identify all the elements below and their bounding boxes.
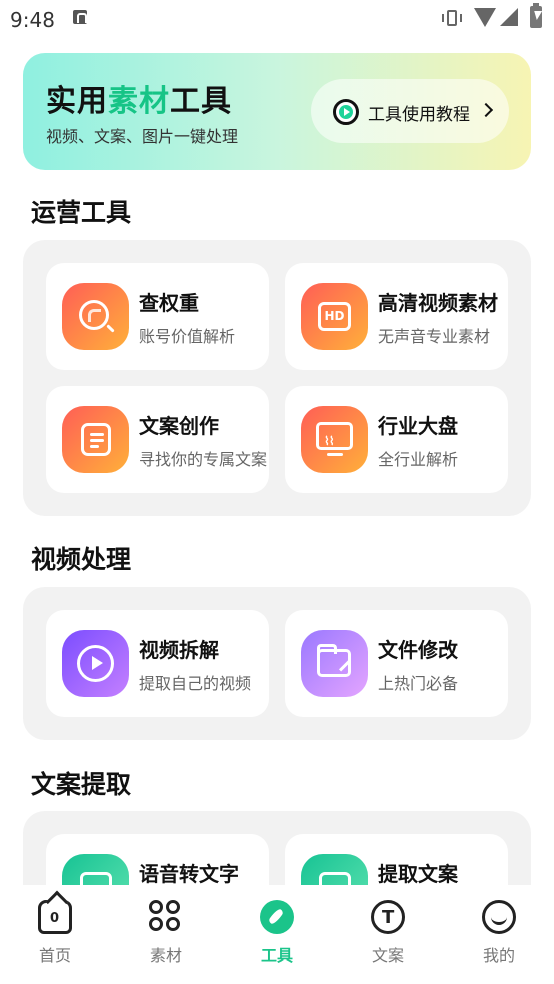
nav-label: 文案 bbox=[371, 946, 404, 965]
compass-icon bbox=[260, 900, 294, 934]
tool-card-hd-video[interactable]: HD 高清视频素材 无声音专业素材 bbox=[285, 263, 508, 370]
search-icon bbox=[62, 283, 129, 350]
nav-item-tools[interactable]: 工具 bbox=[222, 885, 332, 984]
section-title-operations: 运营工具 bbox=[31, 198, 132, 227]
tool-card-industry[interactable]: ⌇⌇ 行业大盘 全行业解析 bbox=[285, 386, 508, 493]
video-panel: 视频拆解 提取自己的视频 文件修改 上热门必备 bbox=[23, 587, 531, 740]
video-play-icon bbox=[333, 99, 359, 125]
tool-card-name: 语音转文字 bbox=[139, 862, 239, 886]
tool-card-file-edit[interactable]: 文件修改 上热门必备 bbox=[285, 610, 508, 717]
document-icon bbox=[62, 406, 129, 473]
folder-edit-icon bbox=[301, 630, 368, 697]
section-title-video: 视频处理 bbox=[31, 545, 132, 574]
tool-card-name: 查权重 bbox=[139, 291, 199, 315]
banner-title: 实用素材工具 bbox=[46, 76, 232, 120]
text-circle-icon: T bbox=[371, 900, 405, 934]
vibrate-icon bbox=[440, 9, 464, 27]
tool-card-name: 高清视频素材 bbox=[378, 291, 498, 315]
tool-card-desc: 提取自己的视频 bbox=[139, 674, 252, 693]
play-icon bbox=[62, 630, 129, 697]
smile-icon bbox=[482, 900, 516, 934]
tool-card-video-breakdown[interactable]: 视频拆解 提取自己的视频 bbox=[46, 610, 269, 717]
tool-card-name: 文件修改 bbox=[378, 638, 458, 662]
tutorial-button-label: 工具使用教程 bbox=[368, 105, 470, 125]
hero-banner: 实用素材工具 视频、文案、图片一键处理 工具使用教程 bbox=[23, 53, 531, 170]
nav-label: 工具 bbox=[260, 946, 293, 965]
grid-icon bbox=[149, 900, 183, 934]
text-icon-glyph: T bbox=[382, 907, 395, 928]
home-icon: 0 bbox=[38, 900, 72, 934]
tool-card-desc: 上热门必备 bbox=[378, 674, 459, 693]
tool-card-name: 行业大盘 bbox=[378, 414, 458, 438]
bottom-nav: 0 首页 素材 工具 T 文案 我的 bbox=[0, 885, 554, 984]
tool-card-desc: 无声音专业素材 bbox=[378, 327, 491, 346]
tool-card-desc: 寻找你的专属文案 bbox=[139, 450, 268, 469]
hd-icon: HD bbox=[301, 283, 368, 350]
battery-charging-icon bbox=[530, 3, 542, 28]
tools-page: 9:48 实用素材工具 视频、文案、图片一键处理 工具使用教程 运营工具 查权重… bbox=[0, 0, 554, 984]
tool-card-name: 提取文案 bbox=[378, 862, 458, 886]
nav-item-home[interactable]: 0 首页 bbox=[0, 885, 110, 984]
banner-subtitle: 视频、文案、图片一键处理 bbox=[46, 127, 239, 146]
nav-item-profile[interactable]: 我的 bbox=[444, 885, 554, 984]
nav-item-materials[interactable]: 素材 bbox=[111, 885, 221, 984]
section-title-copy-extract: 文案提取 bbox=[31, 770, 132, 799]
banner-title-highlight: 素材 bbox=[108, 84, 170, 119]
home-icon-glyph: 0 bbox=[50, 911, 60, 926]
tool-card-name: 视频拆解 bbox=[139, 638, 219, 662]
wifi-icon bbox=[474, 8, 496, 27]
nav-label: 首页 bbox=[38, 946, 71, 965]
tool-card-desc: 全行业解析 bbox=[378, 450, 459, 469]
status-bar: 9:48 bbox=[0, 0, 554, 40]
monitor-chart-icon: ⌇⌇ bbox=[301, 406, 368, 473]
nav-label: 我的 bbox=[482, 946, 515, 965]
app-notification-icon bbox=[73, 10, 87, 24]
nav-item-copy[interactable]: T 文案 bbox=[333, 885, 443, 984]
banner-title-part: 实用 bbox=[46, 84, 108, 119]
tutorial-button[interactable]: 工具使用教程 bbox=[311, 79, 509, 143]
status-time: 9:48 bbox=[10, 8, 55, 32]
tool-card-weight-check[interactable]: 查权重 账号价值解析 bbox=[46, 263, 269, 370]
banner-title-part: 工具 bbox=[170, 84, 232, 119]
operations-panel: 查权重 账号价值解析 HD 高清视频素材 无声音专业素材 文案创作 寻找你的专属… bbox=[23, 240, 531, 516]
signal-icon bbox=[500, 8, 518, 26]
chevron-right-icon bbox=[478, 102, 494, 118]
nav-label: 素材 bbox=[149, 946, 182, 965]
tool-card-copywriting[interactable]: 文案创作 寻找你的专属文案 bbox=[46, 386, 269, 493]
tool-card-name: 文案创作 bbox=[139, 414, 219, 438]
tool-card-desc: 账号价值解析 bbox=[139, 327, 236, 346]
